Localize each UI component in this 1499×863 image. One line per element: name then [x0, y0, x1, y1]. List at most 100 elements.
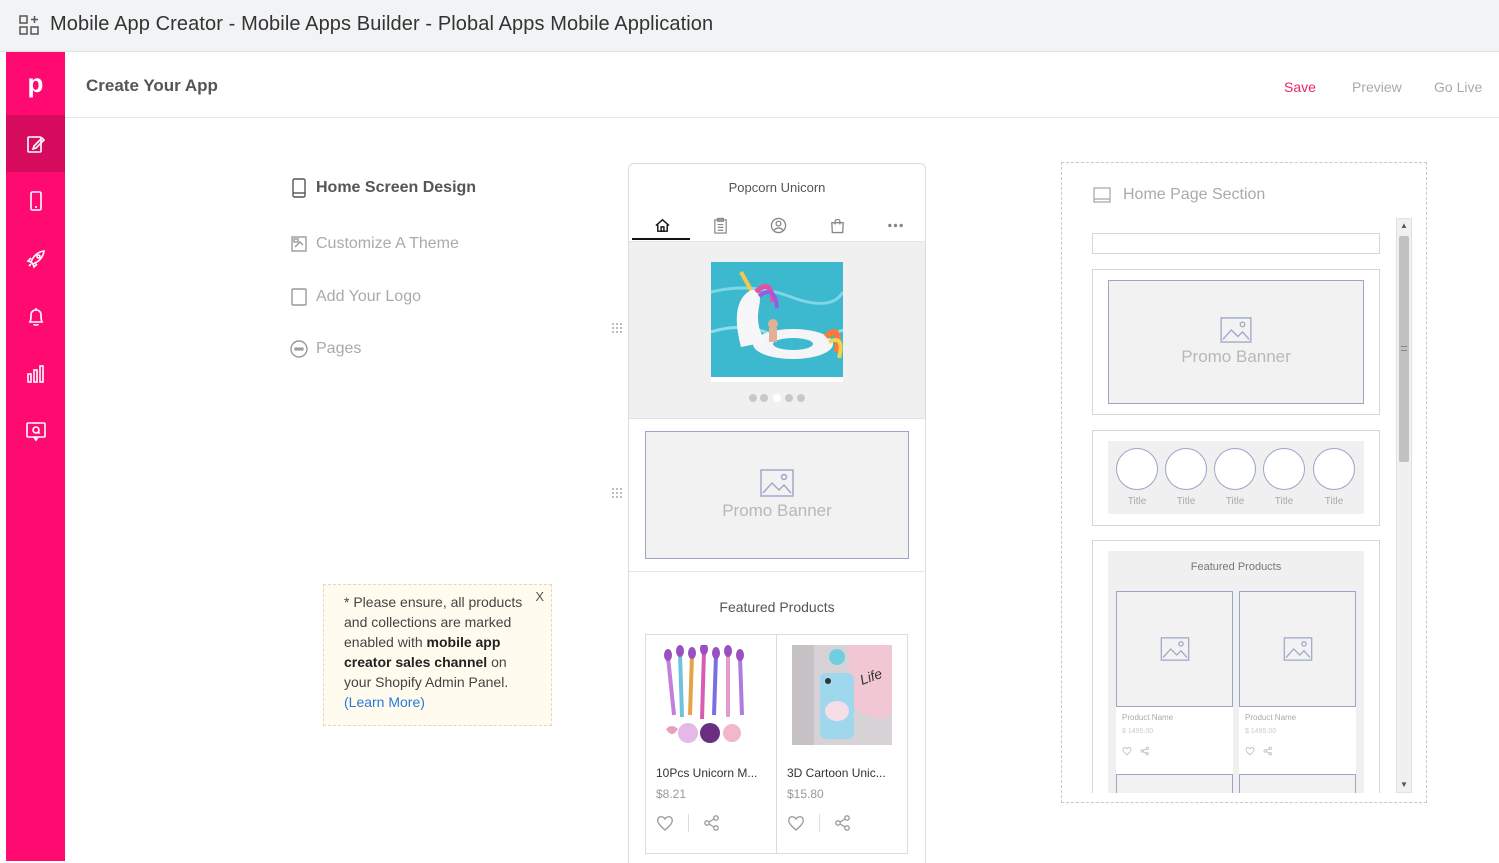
sidebar-item-analytics[interactable]	[6, 345, 65, 402]
more-icon	[887, 223, 903, 227]
step-add-logo[interactable]: Add Your Logo	[290, 287, 421, 307]
tab-home[interactable]	[650, 214, 674, 236]
phone-case-image: Life	[792, 645, 892, 745]
share-icon[interactable]	[834, 814, 852, 832]
category-circle	[1165, 448, 1207, 490]
tab-orders[interactable]	[708, 214, 732, 236]
sidebar-item-create[interactable]	[6, 115, 65, 172]
rocket-icon	[26, 249, 45, 268]
category-circle	[1116, 448, 1158, 490]
step-label: Pages	[316, 340, 362, 357]
featured-products-title: Featured Products	[719, 599, 835, 615]
sidebar-item-preview[interactable]	[6, 172, 65, 229]
learn-more-link[interactable]: (Learn More)	[344, 694, 425, 710]
save-button[interactable]: Save	[1284, 79, 1316, 95]
tab-cart[interactable]	[825, 214, 849, 236]
categories-thumbnail: Title Title Title Title Title	[1108, 441, 1364, 514]
product-price: $15.80	[787, 787, 824, 801]
heart-icon[interactable]	[656, 814, 674, 832]
product-name: Product Name	[1122, 713, 1174, 722]
slider-dot[interactable]	[785, 394, 793, 402]
apps-grid-icon	[19, 15, 39, 35]
image-placeholder-icon	[760, 469, 794, 497]
step-customize-theme[interactable]: Customize A Theme	[290, 234, 459, 254]
sidebar-item-notifications[interactable]	[6, 288, 65, 345]
product-placeholder: Product Name $ 1495.00	[1239, 591, 1356, 791]
slider-dot-active[interactable]	[773, 394, 781, 402]
home-page-section-panel: Home Page Section Promo Banner Title Tit…	[1061, 162, 1427, 803]
section-search-bar[interactable]	[1092, 233, 1380, 254]
category-circle	[1263, 448, 1305, 490]
promo-banner-label: Promo Banner	[1181, 347, 1291, 366]
scroll-up-arrow-icon[interactable]: ▲	[1397, 219, 1411, 233]
product-placeholder: Product Name $ 1495.00	[1116, 591, 1233, 791]
category-circle	[1214, 448, 1256, 490]
home-page-section-heading: Home Page Section	[1092, 185, 1265, 205]
close-notice-button[interactable]: X	[535, 587, 544, 607]
tab-account[interactable]	[766, 214, 790, 236]
mobile-icon	[29, 190, 42, 211]
active-tab-indicator	[632, 238, 690, 240]
drag-handle-icon[interactable]	[611, 487, 625, 501]
step-label: Customize A Theme	[316, 235, 459, 252]
promo-banner-label: Promo Banner	[722, 501, 832, 520]
tab-more[interactable]	[883, 214, 907, 236]
product-placeholder	[1239, 774, 1356, 793]
promo-banner-thumbnail: Promo Banner	[1108, 280, 1364, 404]
app-preview-phone: Popcorn Unicorn Promo Banner Featured Pr…	[628, 163, 926, 863]
support-chat-icon	[25, 421, 46, 441]
preview-button[interactable]: Preview	[1352, 79, 1402, 95]
sales-channel-notice: X * Please ensure, all products and coll…	[323, 584, 552, 726]
monitor-icon	[1093, 187, 1111, 203]
product-name: 10Pcs Unicorn M...	[656, 766, 758, 780]
brand-logo[interactable]: p	[6, 52, 65, 115]
product-price: $ 1495.00	[1245, 728, 1277, 735]
heart-icon	[1245, 747, 1255, 756]
heart-icon[interactable]	[787, 814, 805, 832]
edit-icon	[26, 135, 45, 153]
image-placeholder-icon	[1160, 637, 1189, 661]
category-circle	[1313, 448, 1355, 490]
image-placeholder-icon	[1220, 317, 1252, 343]
section-categories[interactable]: Title Title Title Title Title	[1092, 430, 1380, 526]
page-title: Create Your App	[86, 76, 218, 95]
share-icon	[1263, 746, 1272, 756]
scroll-down-arrow-icon[interactable]: ▼	[1397, 778, 1411, 792]
image-placeholder-icon	[1283, 637, 1312, 661]
go-live-button[interactable]: Go Live	[1434, 79, 1482, 95]
section-featured-products[interactable]: Featured Products Product Name $ 1495.00…	[1092, 540, 1380, 793]
step-home-screen-design[interactable]: Home Screen Design	[290, 178, 476, 198]
slider-dot[interactable]	[797, 394, 805, 402]
category-title: Title	[1274, 496, 1294, 507]
section-list-scrollbar[interactable]: ▲ ▼	[1396, 218, 1412, 793]
user-icon	[770, 217, 786, 233]
product-card[interactable]: Life 3D Cartoon Unic... $15.80	[776, 634, 908, 854]
featured-products-thumbnail: Featured Products Product Name $ 1495.00…	[1108, 551, 1364, 793]
clipboard-icon	[713, 217, 727, 234]
slider-dot[interactable]	[749, 394, 757, 402]
product-image: Life	[792, 645, 892, 745]
step-label: Home Screen Design	[316, 179, 477, 196]
product-card[interactable]: 10Pcs Unicorn M... $8.21	[645, 634, 777, 854]
divider	[629, 571, 925, 572]
sidebar-item-support[interactable]	[6, 402, 65, 459]
slider-dot[interactable]	[760, 394, 768, 402]
sidebar-item-launch[interactable]	[6, 230, 65, 287]
makeup-brushes-image	[658, 645, 758, 745]
bell-icon	[28, 307, 43, 326]
step-pages[interactable]: Pages	[290, 339, 361, 359]
section-promo-banner[interactable]: Promo Banner	[1092, 269, 1380, 415]
banner-slider[interactable]	[629, 241, 925, 419]
share-icon[interactable]	[703, 814, 721, 832]
square-icon	[291, 288, 307, 306]
paint-icon	[291, 236, 307, 252]
section-list[interactable]: Promo Banner Title Title Title Title Tit…	[1092, 218, 1410, 793]
browser-title-bar: Mobile App Creator - Mobile Apps Builder…	[0, 0, 1499, 52]
product-actions	[656, 814, 721, 832]
heart-icon	[1122, 747, 1132, 756]
product-name: Product Name	[1245, 713, 1297, 722]
promo-banner[interactable]: Promo Banner	[645, 431, 909, 559]
drag-handle-icon[interactable]	[611, 322, 625, 336]
scrollbar-thumb[interactable]	[1399, 236, 1409, 462]
category-title: Title	[1176, 496, 1196, 507]
